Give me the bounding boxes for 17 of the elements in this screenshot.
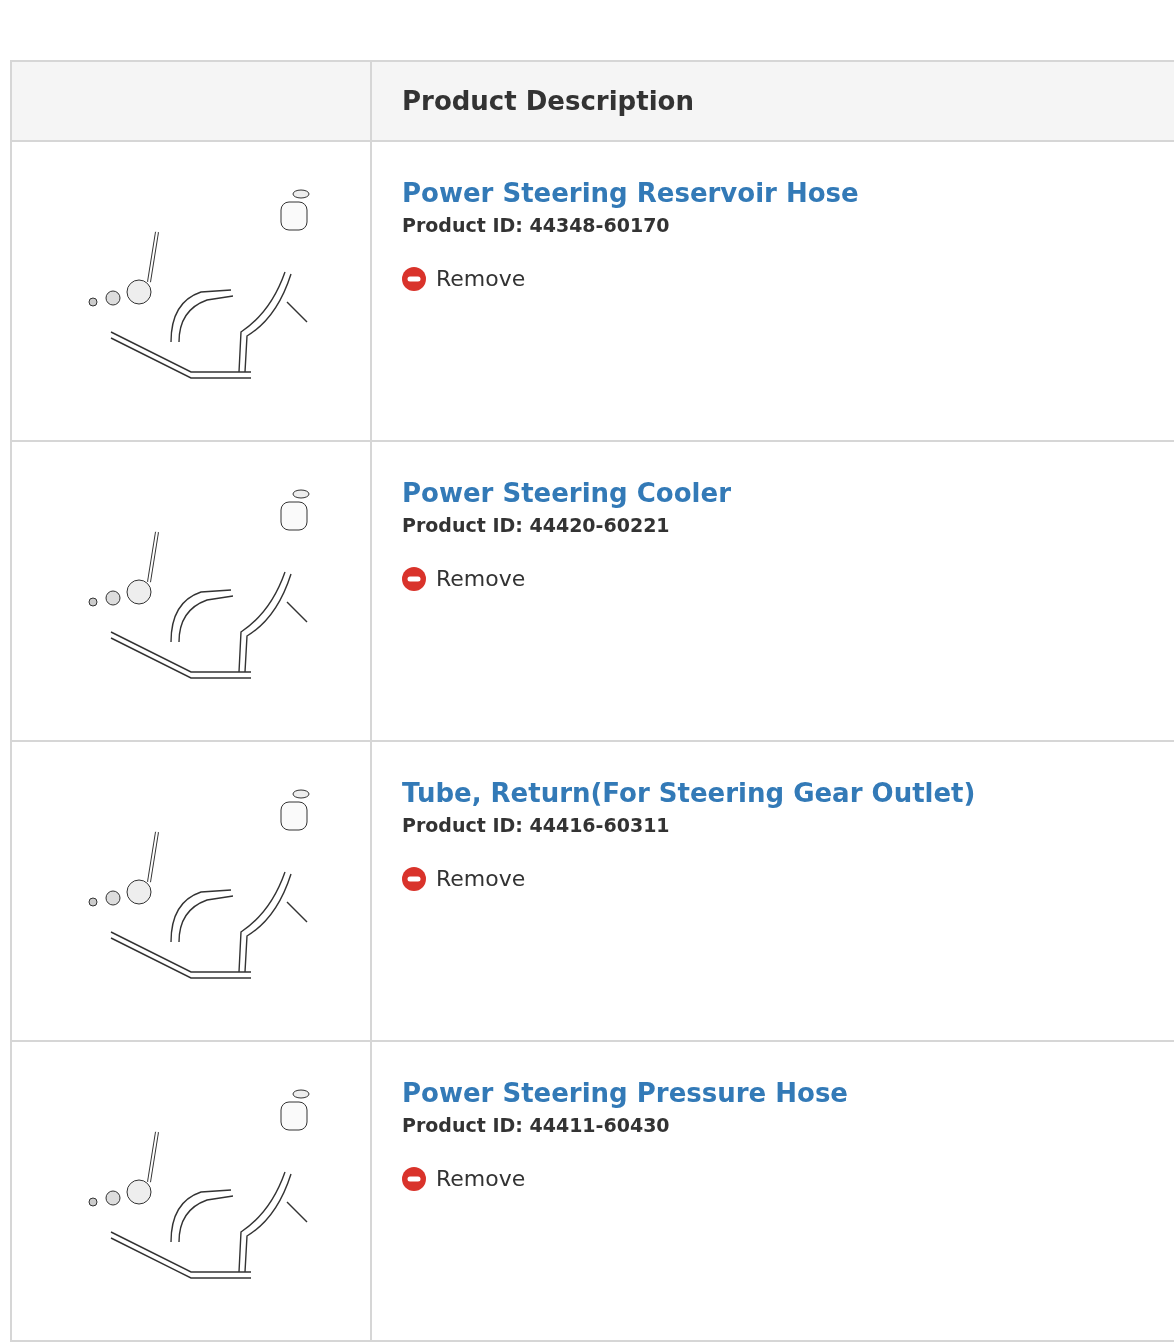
product-id: Product ID: 44420-60221 [402, 513, 670, 538]
product-id: Product ID: 44411-60430 [402, 1113, 670, 1138]
remove-button[interactable]: Remove [402, 1166, 526, 1191]
product-link[interactable]: Power Steering Pressure Hose [402, 1076, 848, 1110]
minus-circle-icon [402, 266, 426, 291]
product-link[interactable]: Power Steering Reservoir Hose [402, 176, 859, 210]
product-link[interactable]: Tube, Return(For Steering Gear Outlet) [402, 776, 976, 810]
minus-circle-icon [402, 566, 426, 591]
remove-button[interactable]: Remove [402, 266, 526, 291]
remove-button[interactable]: Remove [402, 566, 526, 591]
minus-circle-icon [402, 866, 426, 891]
remove-button[interactable]: Remove [402, 866, 526, 891]
product-id: Product ID: 44348-60170 [402, 213, 670, 238]
product-id: Product ID: 44416-60311 [402, 813, 670, 838]
column-header: Product Description [402, 86, 694, 116]
product-link[interactable]: Power Steering Cooler [402, 476, 731, 510]
minus-circle-icon [402, 1166, 426, 1191]
